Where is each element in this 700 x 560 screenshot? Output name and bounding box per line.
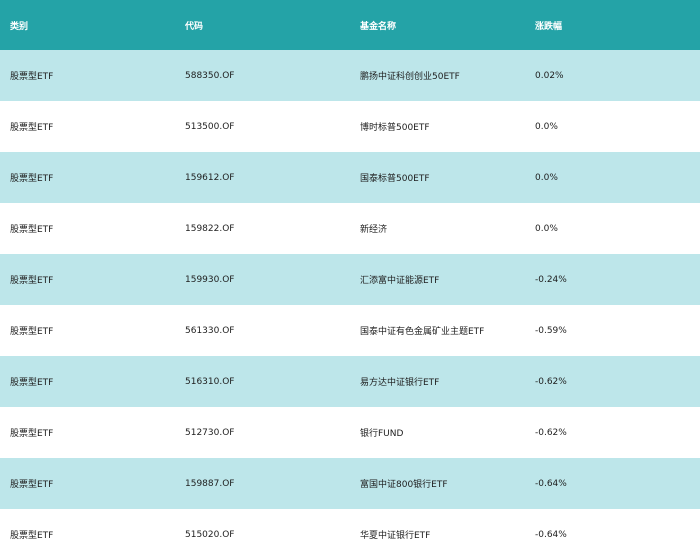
cell-code: 159612.OF bbox=[185, 172, 235, 183]
cell-code: 512730.OF bbox=[185, 427, 235, 438]
cell-change: -0.64% bbox=[535, 478, 567, 489]
header-change[interactable]: 涨跌幅 bbox=[525, 19, 700, 32]
cell-change: -0.62% bbox=[535, 376, 567, 387]
table-row[interactable]: 股票型ETF 159822.OF 新经济 0.0% bbox=[0, 203, 700, 254]
cell-category: 股票型ETF bbox=[10, 480, 54, 490]
cell-fund-name: 国泰标普500ETF bbox=[360, 174, 430, 184]
cell-fund-name: 华夏中证银行ETF bbox=[360, 531, 431, 541]
cell-category: 股票型ETF bbox=[10, 531, 54, 541]
table-row[interactable]: 股票型ETF 561330.OF 国泰中证有色金属矿业主题ETF -0.59% bbox=[0, 305, 700, 356]
cell-fund-name: 汇添富中证能源ETF bbox=[360, 276, 440, 286]
cell-change: -0.62% bbox=[535, 427, 567, 438]
cell-code: 513500.OF bbox=[185, 121, 235, 132]
cell-code: 159930.OF bbox=[185, 274, 235, 285]
cell-change: 0.0% bbox=[535, 172, 558, 183]
table-row[interactable]: 股票型ETF 515020.OF 华夏中证银行ETF -0.64% bbox=[0, 509, 700, 560]
cell-category: 股票型ETF bbox=[10, 72, 54, 82]
table-row[interactable]: 股票型ETF 516310.OF 易方达中证银行ETF -0.62% bbox=[0, 356, 700, 407]
cell-change: -0.24% bbox=[535, 274, 567, 285]
header-category[interactable]: 类别 bbox=[0, 19, 175, 32]
cell-change: 0.0% bbox=[535, 223, 558, 234]
cell-fund-name: 富国中证800银行ETF bbox=[360, 480, 448, 490]
table-row[interactable]: 股票型ETF 159930.OF 汇添富中证能源ETF -0.24% bbox=[0, 254, 700, 305]
cell-category: 股票型ETF bbox=[10, 378, 54, 388]
cell-fund-name: 易方达中证银行ETF bbox=[360, 378, 440, 388]
cell-category: 股票型ETF bbox=[10, 225, 54, 235]
table-row[interactable]: 股票型ETF 513500.OF 博时标普500ETF 0.0% bbox=[0, 101, 700, 152]
cell-fund-name: 博时标普500ETF bbox=[360, 123, 430, 133]
cell-code: 561330.OF bbox=[185, 325, 235, 336]
cell-code: 159887.OF bbox=[185, 478, 235, 489]
cell-change: 0.02% bbox=[535, 70, 564, 81]
cell-category: 股票型ETF bbox=[10, 429, 54, 439]
header-code[interactable]: 代码 bbox=[175, 19, 350, 32]
cell-change: 0.0% bbox=[535, 121, 558, 132]
cell-category: 股票型ETF bbox=[10, 276, 54, 286]
cell-category: 股票型ETF bbox=[10, 327, 54, 337]
cell-fund-name: 新经济 bbox=[360, 225, 388, 235]
table-row[interactable]: 股票型ETF 159887.OF 富国中证800银行ETF -0.64% bbox=[0, 458, 700, 509]
table-header: 类别 代码 基金名称 涨跌幅 bbox=[0, 0, 700, 50]
cell-fund-name: 银行FUND bbox=[360, 429, 404, 439]
cell-category: 股票型ETF bbox=[10, 174, 54, 184]
cell-change: -0.59% bbox=[535, 325, 567, 336]
cell-code: 515020.OF bbox=[185, 529, 235, 540]
cell-fund-name: 国泰中证有色金属矿业主题ETF bbox=[360, 327, 485, 337]
cell-fund-name: 鹏扬中证科创创业50ETF bbox=[360, 72, 460, 82]
table-row[interactable]: 股票型ETF 512730.OF 银行FUND -0.62% bbox=[0, 407, 700, 458]
cell-change: -0.64% bbox=[535, 529, 567, 540]
cell-code: 159822.OF bbox=[185, 223, 235, 234]
header-fund-name[interactable]: 基金名称 bbox=[350, 19, 525, 32]
cell-category: 股票型ETF bbox=[10, 123, 54, 133]
fund-table: 类别 代码 基金名称 涨跌幅 股票型ETF 588350.OF 鹏扬中证科创创业… bbox=[0, 0, 700, 560]
cell-code: 588350.OF bbox=[185, 70, 235, 81]
cell-code: 516310.OF bbox=[185, 376, 235, 387]
table-row[interactable]: 股票型ETF 159612.OF 国泰标普500ETF 0.0% bbox=[0, 152, 700, 203]
table-row[interactable]: 股票型ETF 588350.OF 鹏扬中证科创创业50ETF 0.02% bbox=[0, 50, 700, 101]
